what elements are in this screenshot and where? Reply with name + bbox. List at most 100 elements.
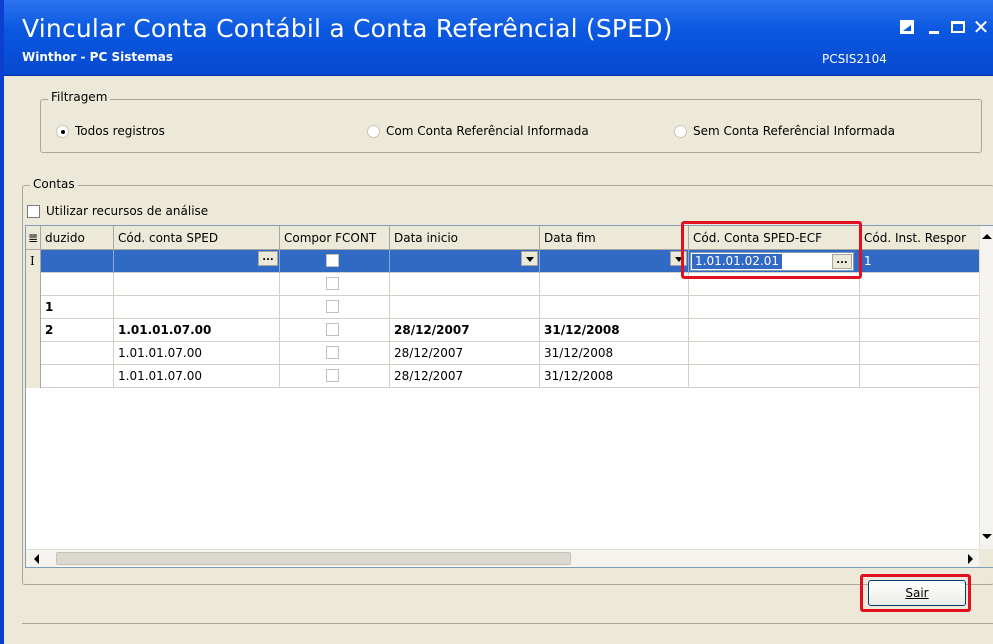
analise-label: Utilizar recursos de análise [46,204,209,218]
cell-data-fim[interactable]: 31/12/2008 [540,342,689,365]
close-icon[interactable]: ✕ [971,15,991,39]
header-data-inicio[interactable]: Data inicio [390,226,540,250]
header-data-fim[interactable]: Data fim [540,226,689,250]
cell-inst-responsavel[interactable] [860,365,981,388]
horizontal-scrollbar[interactable] [26,549,981,567]
sair-button[interactable]: Sair [868,580,966,606]
cell-conta-sped[interactable] [114,273,280,296]
radio-label: Todos registros [75,124,165,138]
analise-checkbox[interactable]: Utilizar recursos de análise [27,204,208,218]
cell-data-inicio[interactable] [390,296,540,319]
cell-deduzido[interactable]: 2 [41,319,114,342]
table-row[interactable] [26,273,993,296]
cell-data-fim[interactable]: 31/12/2008 [540,319,689,342]
header-cod-conta-sped-ecf[interactable]: Cód. Conta SPED-ECF [689,226,860,250]
header-deduzido[interactable]: duzido [41,226,114,250]
cell-compor-fcont[interactable] [280,365,390,388]
cell-inst-responsavel[interactable] [860,296,981,319]
header-compor-fcont[interactable]: Compor FCONT [280,226,390,250]
fcont-checkbox[interactable] [326,346,339,359]
fcont-checkbox[interactable] [326,323,339,336]
grid-header: ≣ duzido Cód. conta SPED Compor FCONT Da… [26,226,993,250]
cell-compor-fcont[interactable] [280,250,390,273]
row-indicator: I [26,250,41,273]
ecf-edit-input[interactable]: 1.01.01.02.01 ... [690,252,854,271]
window: Vincular Conta Contábil a Conta Referênc… [0,0,993,644]
radio-todos-registros[interactable]: Todos registros [56,124,165,138]
table-row[interactable]: 2 1.01.01.07.00 28/12/2007 31/12/2008 [26,319,993,342]
checkbox-icon [27,204,40,218]
cell-deduzido[interactable] [41,342,114,365]
cell-conta-sped[interactable]: ... [114,250,280,273]
cell-conta-sped[interactable]: 1.01.01.07.00 [114,365,280,388]
cell-inst-responsavel[interactable]: 1 [860,250,981,273]
fcont-checkbox[interactable] [326,277,339,290]
fcont-checkbox[interactable] [326,254,339,267]
date-dropdown-button[interactable] [521,251,538,266]
fcont-checkbox[interactable] [326,369,339,382]
cell-conta-sped[interactable]: 1.01.01.07.00 [114,319,280,342]
cell-deduzido[interactable]: 1 [41,296,114,319]
row-indicator [26,296,41,319]
cell-data-fim[interactable]: 31/12/2008 [540,365,689,388]
cell-data-inicio[interactable] [390,273,540,296]
cell-compor-fcont[interactable] [280,273,390,296]
table-row[interactable]: 1.01.01.07.00 28/12/2007 31/12/2008 [26,365,993,388]
scroll-right-icon[interactable] [968,554,973,564]
ecf-edit-value: 1.01.01.02.01 [692,254,782,269]
date-dropdown-button[interactable] [670,251,687,266]
radio-icon [367,124,380,138]
radio-icon [674,124,687,138]
cell-compor-fcont[interactable] [280,319,390,342]
radio-sem-conta-referencial[interactable]: Sem Conta Referêncial Informada [674,124,895,138]
cell-inst-responsavel[interactable] [860,273,981,296]
vertical-scrollbar[interactable] [979,226,993,549]
contas-grid[interactable]: ≣ duzido Cód. conta SPED Compor FCONT Da… [25,225,993,568]
cell-inst-responsavel[interactable] [860,342,981,365]
cell-data-fim[interactable] [540,250,689,273]
cell-data-inicio[interactable]: 28/12/2007 [390,319,540,342]
cell-conta-ecf[interactable] [689,319,860,342]
header-cod-inst-responsavel[interactable]: Cód. Inst. Respor [860,226,981,250]
cell-data-inicio[interactable]: 28/12/2007 [390,342,540,365]
filter-group-label: Filtragem [48,90,111,104]
cell-compor-fcont[interactable] [280,296,390,319]
table-row[interactable]: 1.01.01.07.00 28/12/2007 31/12/2008 [26,342,993,365]
row-indicator [26,319,41,342]
cell-data-inicio[interactable]: 28/12/2007 [390,365,540,388]
column-menu-icon[interactable]: ≣ [26,226,41,250]
status-separator [22,623,993,624]
scroll-left-icon[interactable] [34,554,39,564]
window-code: PCSIS2104 [822,52,887,66]
restore-icon[interactable] [897,17,917,37]
scroll-down-icon[interactable] [982,534,992,539]
cell-conta-ecf[interactable] [689,273,860,296]
scroll-corner [979,549,993,567]
cell-deduzido[interactable] [41,250,114,273]
cell-conta-ecf[interactable] [689,365,860,388]
scroll-thumb[interactable] [56,552,571,565]
lookup-ellipsis-button[interactable]: ... [258,251,278,266]
cell-compor-fcont[interactable] [280,342,390,365]
cell-deduzido[interactable] [41,273,114,296]
cell-deduzido[interactable] [41,365,114,388]
minimize-icon[interactable] [924,17,944,37]
cell-inst-responsavel[interactable] [860,319,981,342]
header-cod-conta-sped[interactable]: Cód. conta SPED [114,226,280,250]
fcont-checkbox[interactable] [326,300,339,313]
cell-data-fim[interactable] [540,296,689,319]
title-bar[interactable]: Vincular Conta Contábil a Conta Referênc… [4,0,993,76]
cell-conta-sped[interactable]: 1.01.01.07.00 [114,342,280,365]
maximize-icon[interactable] [948,17,968,37]
radio-com-conta-referencial[interactable]: Com Conta Referêncial Informada [367,124,589,138]
cell-conta-sped[interactable] [114,296,280,319]
cell-data-fim[interactable] [540,273,689,296]
ecf-lookup-ellipsis-button[interactable]: ... [832,254,852,269]
table-row[interactable]: 1 [26,296,993,319]
radio-selected-icon [56,124,69,138]
cell-data-inicio[interactable] [390,250,540,273]
window-subtitle: Winthor - PC Sistemas [22,50,173,64]
cell-conta-ecf[interactable] [689,342,860,365]
scroll-up-icon[interactable] [982,234,992,239]
cell-conta-ecf[interactable] [689,296,860,319]
